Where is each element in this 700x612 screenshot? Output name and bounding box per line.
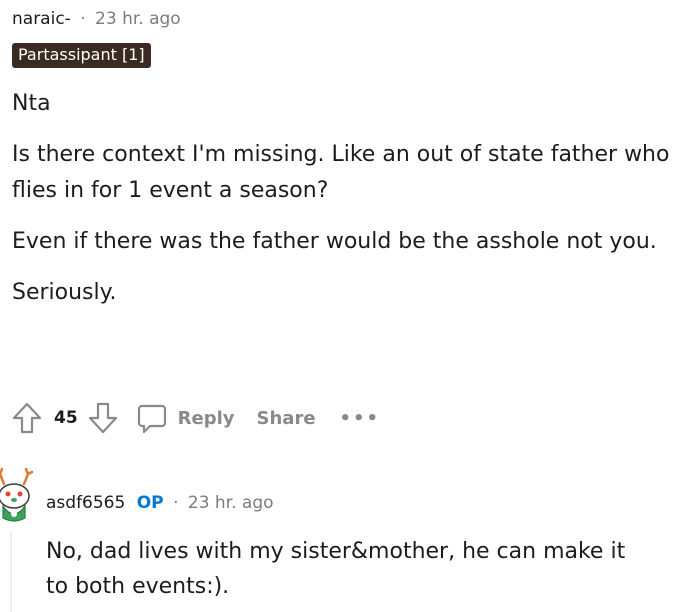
reply-comment: asdf6565 OP · 23 hr. ago No, dad lives w…: [0, 462, 700, 612]
comment-timestamp[interactable]: 23 hr. ago: [95, 9, 181, 29]
meta-separator: ·: [80, 9, 86, 29]
reply-author[interactable]: asdf6565: [46, 493, 125, 513]
comment-meta: naraic- · 23 hr. ago: [12, 8, 181, 30]
reply-timestamp[interactable]: 23 hr. ago: [188, 493, 274, 513]
comment-paragraph: Is there context I'm missing. Like an ou…: [12, 142, 670, 203]
thread-line[interactable]: [10, 532, 12, 612]
comment-paragraph: Even if there was the father would be th…: [12, 229, 657, 254]
reply-button[interactable]: Reply: [136, 402, 235, 434]
vote-score: 45: [54, 408, 78, 428]
user-flair: Partassipant [1]: [12, 43, 151, 68]
downvote-icon[interactable]: [88, 402, 118, 434]
meta-separator: ·: [173, 493, 179, 513]
comment-bubble-icon: [137, 404, 166, 434]
comment-paragraph: Nta: [12, 91, 51, 116]
reply-body: No, dad lives with my sister&mother, he …: [46, 539, 626, 599]
comment-action-bar: 45 Reply Share •••: [12, 398, 380, 438]
comment-body: Nta Is there context I'm missing. Like a…: [12, 86, 672, 326]
upvote-icon[interactable]: [12, 402, 42, 434]
op-badge: OP: [136, 493, 164, 513]
reply-meta: asdf6565 OP · 23 hr. ago: [46, 492, 274, 514]
more-options-icon[interactable]: •••: [340, 408, 381, 429]
reply-label: Reply: [177, 407, 235, 429]
snoo-avatar-icon[interactable]: [0, 466, 34, 524]
share-button[interactable]: Share: [257, 408, 316, 429]
comment-author[interactable]: naraic-: [12, 9, 71, 29]
comment-paragraph: Seriously.: [12, 280, 117, 305]
